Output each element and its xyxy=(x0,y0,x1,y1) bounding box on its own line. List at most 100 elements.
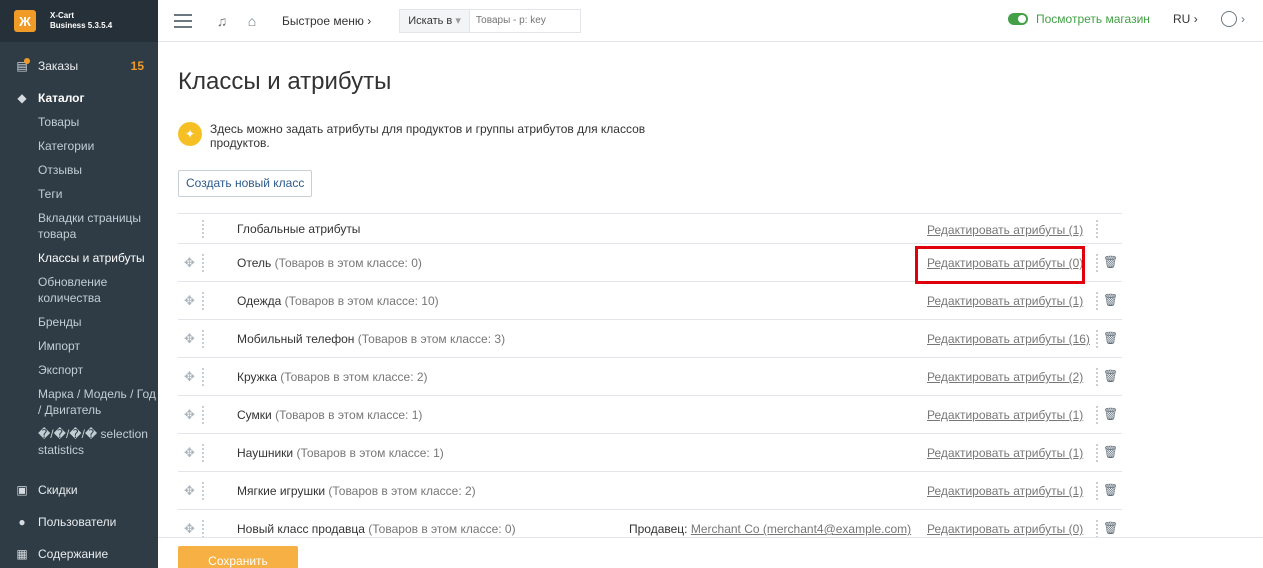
class-name: Глобальные атрибуты xyxy=(237,222,360,236)
content-icon: ▦ xyxy=(16,547,28,561)
view-store-link[interactable]: Посмотреть магазин xyxy=(1008,12,1150,26)
class-count: (Товаров в этом классе: 3) xyxy=(357,332,506,346)
chevron-right-icon: › xyxy=(1193,12,1198,26)
table-row: ✥ Сумки (Товаров в этом классе: 1) Редак… xyxy=(178,396,1122,434)
sidebar-item-discounts[interactable]: ▣ Скидки xyxy=(0,478,158,502)
edit-attributes-link[interactable]: Редактировать атрибуты (0) xyxy=(927,522,1083,536)
table-row: ✥ Кружка (Товаров в этом классе: 2) Реда… xyxy=(178,358,1122,396)
sidebar-item-classes-attributes[interactable]: Классы и атрибуты xyxy=(38,246,158,270)
sidebar-item-brands[interactable]: Бренды xyxy=(38,310,158,334)
brand-name-line1: X-Cart xyxy=(50,11,75,20)
sidebar-item-inventory-update[interactable]: Обновление количества xyxy=(38,270,158,310)
brand[interactable]: Ж X-Cart Business 5.3.5.4 xyxy=(0,0,158,42)
trash-icon[interactable]: 🗑 xyxy=(1103,331,1118,345)
divider xyxy=(202,444,204,462)
tag-icon: ◆ xyxy=(17,91,27,105)
sidebar-item-tags[interactable]: Теги xyxy=(38,182,158,206)
chevron-right-icon: › xyxy=(367,13,372,28)
class-title: Мобильный телефон xyxy=(237,332,355,346)
sidebar-item-orders[interactable]: ▤ Заказы 15 xyxy=(0,54,158,78)
drag-handle-icon[interactable]: ✥ xyxy=(184,446,198,460)
class-count: (Товаров в этом классе: 1) xyxy=(296,446,444,460)
class-title: Мягкие игрушки xyxy=(237,484,326,498)
store-toggle-icon[interactable] xyxy=(1008,13,1028,25)
divider xyxy=(202,220,204,238)
seller-link[interactable]: Merchant Co (merchant4@example.com) xyxy=(691,522,911,536)
map-icon[interactable]: ⌂ xyxy=(244,13,260,29)
sidebar-item-catalog[interactable]: ◆ Каталог xyxy=(0,86,158,110)
trash-icon[interactable]: 🗑 xyxy=(1103,445,1118,459)
drag-handle-icon[interactable]: ✥ xyxy=(184,522,198,536)
sidebar-item-products[interactable]: Товары xyxy=(38,110,158,134)
save-button[interactable]: Сохранить xyxy=(178,546,298,568)
drag-handle-icon[interactable]: ✥ xyxy=(184,294,198,308)
highlight-box xyxy=(915,246,1085,284)
sidebar-item-users[interactable]: ● Пользователи xyxy=(0,510,158,534)
trash-icon[interactable]: 🗑 xyxy=(1103,255,1118,269)
class-name: Сумки (Товаров в этом классе: 1) xyxy=(237,408,422,422)
sidebar-item-export[interactable]: Экспорт xyxy=(38,358,158,382)
edit-attributes-link[interactable]: Редактировать атрибуты (1) xyxy=(927,484,1083,498)
edit-attributes-link[interactable]: Редактировать атрибуты (16) xyxy=(927,332,1090,346)
table-row: ✥ Мобильный телефон (Товаров в этом клас… xyxy=(178,320,1122,358)
create-class-button[interactable]: Создать новый класс xyxy=(178,170,313,197)
quick-menu[interactable]: Быстрое меню › xyxy=(282,14,371,28)
divider xyxy=(1096,520,1098,538)
seller-label: Продавец: xyxy=(629,522,688,536)
language-selector[interactable]: RU › xyxy=(1173,12,1198,26)
divider xyxy=(202,520,204,538)
divider xyxy=(202,482,204,500)
class-title: Сумки xyxy=(237,408,272,422)
class-title: Глобальные атрибуты xyxy=(237,222,361,236)
sidebar-item-content[interactable]: ▦ Содержание xyxy=(0,542,158,566)
bell-icon[interactable]: ♫ xyxy=(214,13,230,29)
class-name: Одежда (Товаров в этом классе: 10) xyxy=(237,294,439,308)
class-title: Наушники xyxy=(237,446,294,460)
drag-handle-icon[interactable]: ✥ xyxy=(184,332,198,346)
edit-attributes-link[interactable]: Редактировать атрибуты (1) xyxy=(927,223,1083,237)
sidebar-item-product-tabs[interactable]: Вкладки страницы товара xyxy=(38,206,158,246)
trash-icon[interactable]: 🗑 xyxy=(1103,293,1118,307)
sidebar-item-label: Каталог xyxy=(38,91,85,105)
chevron-right-icon: › xyxy=(1241,12,1245,26)
sidebar-item-label: Пользователи xyxy=(38,515,117,529)
trash-icon[interactable]: 🗑 xyxy=(1103,521,1118,535)
trash-icon[interactable]: 🗑 xyxy=(1103,407,1118,421)
trash-icon[interactable]: 🗑 xyxy=(1103,369,1118,383)
user-menu[interactable]: › xyxy=(1221,11,1245,27)
sidebar-item-ymm[interactable]: Марка / Модель / Год / Двигатель xyxy=(38,382,158,422)
table-row: ✥ Одежда (Товаров в этом классе: 10) Ред… xyxy=(178,282,1122,320)
sidebar-item-selection-statistics[interactable]: �/�/�/� selection statistics xyxy=(38,422,158,462)
sidebar-item-import[interactable]: Импорт xyxy=(38,334,158,358)
divider xyxy=(202,292,204,310)
class-name: Отель (Товаров в этом классе: 0) xyxy=(237,256,422,270)
edit-attributes-link[interactable]: Редактировать атрибуты (2) xyxy=(927,370,1083,384)
sidebar-item-reviews[interactable]: Отзывы xyxy=(38,158,158,182)
edit-attributes-link[interactable]: Редактировать атрибуты (1) xyxy=(927,294,1083,308)
class-name: Кружка (Товаров в этом классе: 2) xyxy=(237,370,428,384)
sidebar-item-categories[interactable]: Категории xyxy=(38,134,158,158)
drag-handle-icon[interactable]: ✥ xyxy=(184,408,198,422)
users-icon: ● xyxy=(18,515,26,529)
drag-handle-icon[interactable]: ✥ xyxy=(184,256,198,270)
gift-icon: ▣ xyxy=(16,483,28,497)
class-count: (Товаров в этом классе: 0) xyxy=(368,522,516,536)
edit-attributes-link[interactable]: Редактировать атрибуты (1) xyxy=(927,408,1083,422)
hint-text: Здесь можно задать атрибуты для продукто… xyxy=(210,122,646,150)
drag-handle-icon[interactable]: ✥ xyxy=(184,370,198,384)
class-count: (Товаров в этом классе: 0) xyxy=(274,256,422,270)
edit-attributes-link[interactable]: Редактировать атрибуты (1) xyxy=(927,446,1083,460)
search-input[interactable] xyxy=(469,9,580,32)
drag-handle-icon[interactable]: ✥ xyxy=(184,484,198,498)
search-scope-select[interactable]: Искать в ▾ xyxy=(400,9,470,32)
menu-toggle-icon[interactable] xyxy=(174,13,192,28)
view-store-label: Посмотреть магазин xyxy=(1036,12,1150,26)
divider xyxy=(202,330,204,348)
trash-icon[interactable]: 🗑 xyxy=(1103,483,1118,497)
sticky-footer: Сохранить xyxy=(158,537,1263,568)
topbar: ♫ ⌂ Быстрое меню › Искать в ▾ Посмотреть… xyxy=(158,0,1263,42)
hint-box: ✦ Здесь можно задать атрибуты для продук… xyxy=(178,122,658,150)
search-bar: Искать в ▾ xyxy=(399,8,581,33)
catalog-submenu: Товары Категории Отзывы Теги Вкладки стр… xyxy=(0,110,158,462)
divider xyxy=(1096,330,1098,348)
